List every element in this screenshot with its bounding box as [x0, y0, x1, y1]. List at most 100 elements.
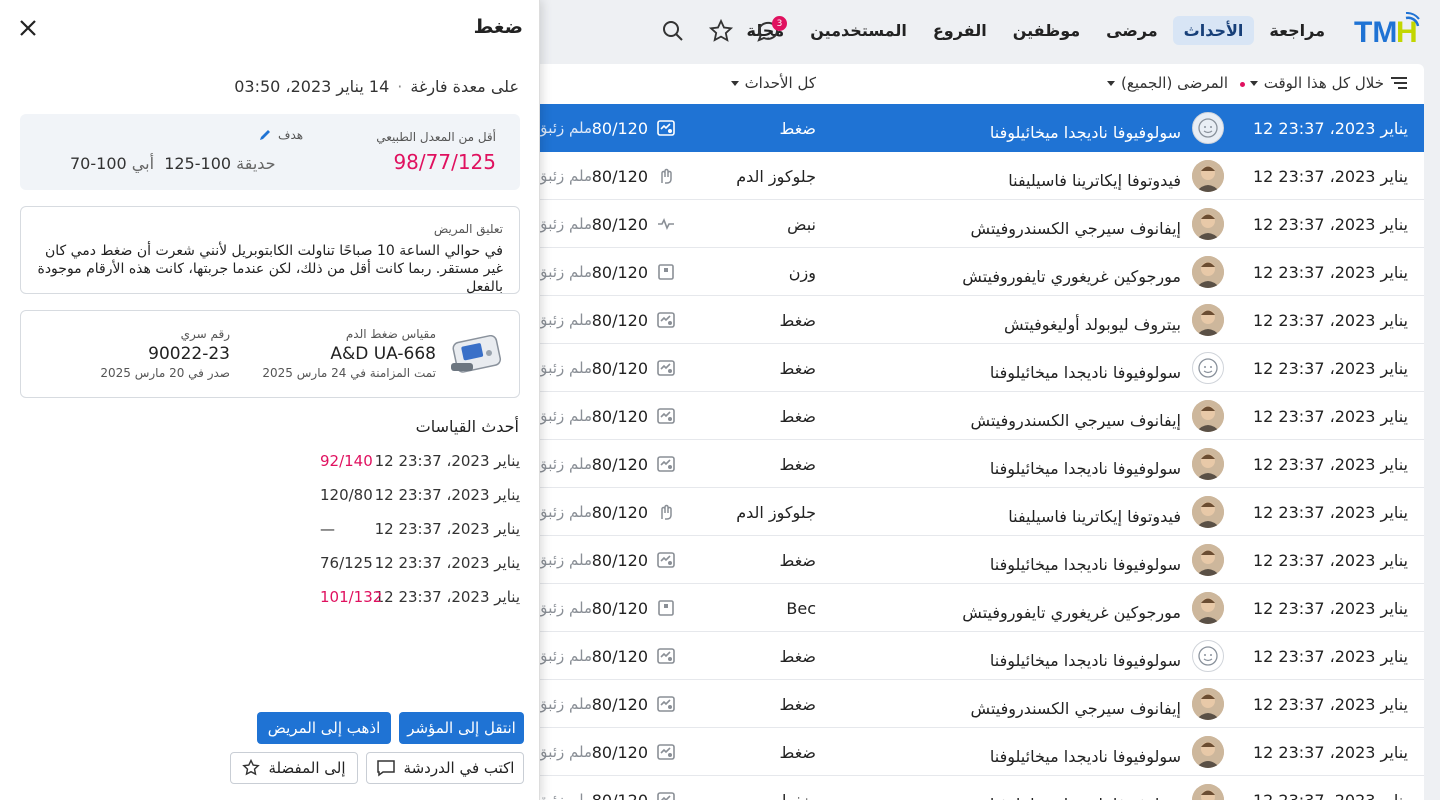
event-condition: على معدة فارغة: [410, 77, 519, 96]
event-datetime: 14 يناير 2023، 03:50: [234, 77, 390, 96]
period-filter[interactable]: خلال كل هذا الوقت: [1249, 74, 1408, 92]
patient-name[interactable]: سولوفيوفا ناديجدا ميخائيلوفنا: [990, 348, 1181, 396]
avatar: [1192, 688, 1224, 720]
event-type: وزن: [788, 262, 816, 282]
event-type: ضغط: [779, 646, 817, 666]
event-date: 12 يناير 2023، 23:37: [1252, 502, 1408, 522]
measurement-value: 120/80: [320, 486, 373, 504]
nav-branches[interactable]: الفروع: [922, 16, 998, 45]
star-icon[interactable]: [708, 18, 734, 44]
event-unit: ملم زئبق: [535, 695, 592, 713]
patient-name[interactable]: فيدوتوفا إيكاترينا فاسيليفنا: [1008, 492, 1181, 540]
patient-name[interactable]: سولوفيوفا ناديجدا ميخائيلوفنا: [990, 444, 1181, 492]
event-value: 80/120: [591, 502, 648, 522]
nav-patients[interactable]: مرضى: [1095, 16, 1169, 45]
event-date: 12 يناير 2023، 23:37: [1252, 406, 1408, 426]
star-icon: [242, 759, 261, 776]
patient-name[interactable]: سولوفيوفا ناديجدا ميخائيلوفنا: [990, 636, 1181, 684]
event-date: 12 يناير 2023، 23:37: [1252, 790, 1408, 800]
event-unit: ملم زئبق: [535, 743, 592, 761]
measurement-value: —: [320, 520, 335, 538]
pulse-icon: [656, 214, 676, 234]
patient-name[interactable]: إيفانوف سيرجي الكسندروفيتش: [971, 396, 1181, 444]
goal-header: هدف: [258, 128, 303, 142]
nav-review[interactable]: مراجعة: [1258, 16, 1336, 45]
recent-measurement-row[interactable]: 12 يناير 2023، 23:37 —: [20, 520, 520, 540]
app-logo[interactable]: TM H: [1354, 12, 1420, 48]
patient-name[interactable]: إيفانوف سيرجي الكسندروفيتش: [971, 204, 1181, 252]
patient-name[interactable]: سولوفيوفا ناديجدا ميخائيلوفنا: [990, 108, 1181, 156]
nav-events[interactable]: الأحداث: [1172, 16, 1255, 45]
serial-value: 90022-23: [148, 344, 230, 364]
go-to-indicator-button[interactable]: انتقل إلى المؤشر: [399, 712, 524, 744]
event-date: 12 يناير 2023، 23:37: [1252, 454, 1408, 474]
chat-icon[interactable]: 3: [755, 16, 787, 44]
glucose-icon: [656, 166, 676, 186]
event-type: ضغط: [779, 454, 817, 474]
pencil-icon[interactable]: [258, 128, 272, 142]
event-date: 12 يناير 2023، 23:37: [1252, 166, 1408, 186]
event-unit: ملم زئبق: [535, 551, 592, 569]
nav-users[interactable]: المستخدمين: [799, 16, 918, 45]
pressure-icon: [656, 310, 676, 330]
write-in-chat-button[interactable]: اكتب في الدردشة: [366, 752, 524, 784]
patients-filter[interactable]: المرضى (الجميع): [1107, 74, 1228, 92]
go-to-patient-button[interactable]: اذهب إلى المريض: [257, 712, 391, 744]
event-type: ضغط: [779, 406, 817, 426]
event-meta: على معدة فارغة·14 يناير 2023، 03:50: [234, 77, 519, 96]
goal-garden-value: 100-125: [164, 154, 232, 173]
avatar: [1192, 496, 1224, 528]
nav-staff[interactable]: موظفين: [1002, 16, 1091, 45]
device-synced: تمت المزامنة في 24 مارس 2025: [262, 366, 436, 380]
patient-name[interactable]: سولوفيوفا ناديجدا ميخائيلوفنا: [990, 540, 1181, 588]
patient-name[interactable]: مورجوكين غريغوري تايفوروفيتش: [962, 588, 1181, 636]
event-type: ضغط: [779, 742, 817, 762]
recent-measurement-row[interactable]: 12 يناير 2023، 23:37 101/132: [20, 588, 520, 608]
device-card: مقياس ضغط الدم A&D UA-668 تمت المزامنة ف…: [20, 310, 520, 398]
measurement-value: 76/125: [320, 554, 373, 572]
recent-measurement-row[interactable]: 12 يناير 2023، 23:37 76/125: [20, 554, 520, 574]
event-date: 12 يناير 2023، 23:37: [1252, 310, 1408, 330]
patient-name[interactable]: فيدوتوفا إيكاترينا فاسيليفنا: [1008, 156, 1181, 204]
sort-icon: [1391, 77, 1407, 89]
event-type: ضغط: [779, 358, 817, 378]
events-filter[interactable]: كل الأحداث: [730, 74, 816, 92]
close-icon[interactable]: [18, 18, 38, 38]
avatar: [1192, 208, 1224, 240]
patient-name[interactable]: بيتروف ليوبولد أوليغوفيتش: [1004, 300, 1181, 348]
svg-text:TM: TM: [1354, 16, 1397, 48]
recent-title: أحدث القياسات: [415, 417, 519, 436]
patient-name[interactable]: إيفانوف سيرجي الكسندروفيتش: [971, 684, 1181, 732]
event-unit: ملم زئبق: [535, 647, 592, 665]
chevron-down-icon: [1107, 80, 1115, 86]
avatar: [1192, 304, 1224, 336]
serial-label: رقم سري: [180, 327, 230, 341]
patient-name[interactable]: مورجوكين غريغوري تايفوروفيتش: [962, 252, 1181, 300]
avatar: [1192, 160, 1224, 192]
event-type: ضغط: [779, 310, 817, 330]
recent-measurement-row[interactable]: 12 يناير 2023، 23:37 120/80: [20, 486, 520, 506]
patient-name[interactable]: سولوفيوفا ناديجدا ميخائيلوفنا: [990, 732, 1181, 780]
measurement-date: 12 يناير 2023، 23:37: [374, 554, 520, 572]
event-value: 80/120: [591, 454, 648, 474]
event-unit: ملم زئبق: [535, 311, 592, 329]
event-value: 80/120: [591, 694, 648, 714]
goal-values: حديقة 100-125 أبي 100-70: [70, 154, 276, 173]
event-date: 12 يناير 2023، 23:37: [1252, 742, 1408, 762]
goal-garden-label: حديقة: [236, 154, 276, 173]
event-value: 80/120: [591, 166, 648, 186]
event-value: 80/120: [591, 310, 648, 330]
patient-name[interactable]: سولوفيوفا ناديجدا ميخائيلوفنا: [990, 780, 1181, 800]
event-type: نبض: [787, 214, 816, 234]
comment-text: في حوالي الساعة 10 صباحًا تناولت الكابتو…: [37, 243, 503, 295]
pressure-icon: [656, 358, 676, 378]
recent-measurement-row[interactable]: 12 يناير 2023، 23:37 92/140: [20, 452, 520, 472]
avatar: [1192, 736, 1224, 768]
search-icon[interactable]: [660, 18, 686, 44]
event-unit: ملم زئبق: [535, 599, 592, 617]
pressure-icon: [656, 694, 676, 714]
event-value: 80/120: [591, 646, 648, 666]
notification-badge: 3: [772, 16, 787, 31]
reading-value: 98/77/125: [393, 150, 496, 174]
add-to-favorites-button[interactable]: إلى المفضلة: [230, 752, 358, 784]
